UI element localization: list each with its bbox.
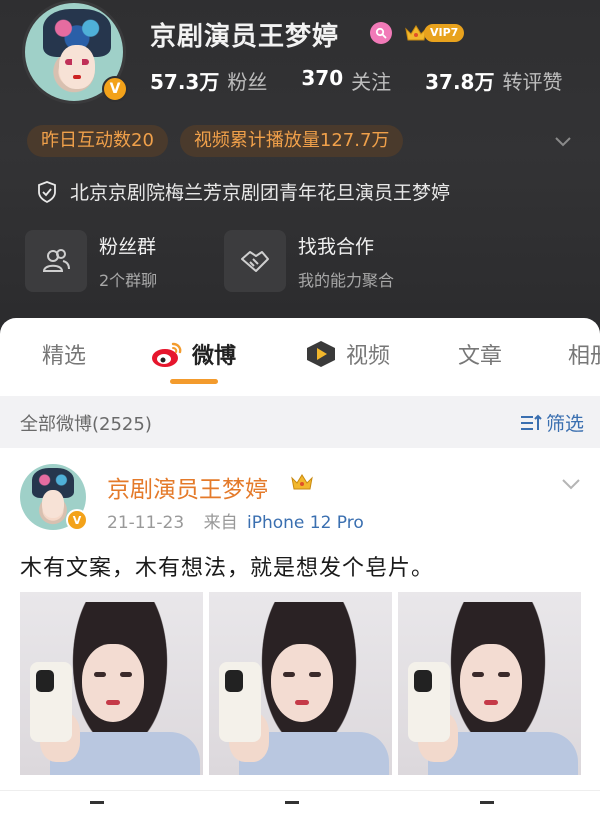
post-date: 21-11-23	[107, 513, 185, 533]
post-source[interactable]: iPhone 12 Pro	[247, 513, 364, 533]
handshake-icon	[224, 230, 286, 292]
post-author-name[interactable]: 京剧演员王梦婷	[107, 470, 268, 504]
search-icon[interactable]	[370, 22, 392, 44]
filter-button[interactable]: 筛选	[520, 409, 584, 436]
profile-tabs: 精选 微博 视频 文章 相册	[0, 318, 600, 396]
verified-icon: V	[102, 76, 128, 102]
filter-button-label: 筛选	[546, 413, 585, 435]
cooperation-title: 找我合作	[298, 235, 375, 258]
post-source-prefix: 来自	[203, 513, 238, 533]
like-icon[interactable]	[480, 801, 494, 816]
filter-bar: 全部微博(2525) 筛选	[0, 396, 600, 448]
following-label[interactable]: 关注	[351, 66, 391, 95]
certification-text: 北京京剧院梅兰芳京剧团青年花旦演员王梦婷	[70, 182, 451, 204]
video-plays-pill[interactable]: 视频累计播放量127.7万	[179, 125, 404, 157]
post-meta: 21-11-23 来自 iPhone 12 Pro	[107, 508, 364, 533]
tab-album[interactable]: 相册	[568, 338, 600, 370]
cooperation-subtitle: 我的能力聚合	[298, 270, 395, 290]
followers-count[interactable]: 57.3万	[150, 66, 219, 95]
video-icon	[307, 341, 335, 367]
profile-name: 京剧演员王梦婷	[150, 22, 340, 52]
post-photos	[20, 592, 581, 775]
fans-group-icon	[25, 230, 87, 292]
fans-group-title: 粉丝群	[99, 235, 157, 258]
tab-weibo[interactable]: 微博	[150, 338, 236, 370]
certification: 北京京剧院梅兰芳京剧团青年花旦演员王梦婷	[36, 178, 450, 205]
tab-weibo-label: 微博	[192, 344, 237, 369]
engagement-count: 37.8万	[425, 70, 495, 94]
active-tab-indicator	[170, 379, 218, 384]
tab-video[interactable]: 视频	[304, 338, 390, 370]
post-count[interactable]: 全部微博(2525)	[20, 410, 152, 436]
profile-highlights: 昨日互动数20 视频累计播放量127.7万	[27, 125, 404, 157]
fans-group-subtitle: 2个群聊	[99, 270, 158, 290]
repost-icon[interactable]	[90, 801, 104, 816]
crown-icon	[291, 474, 313, 490]
weibo-logo-icon	[152, 342, 182, 367]
tab-featured-label: 精选	[42, 344, 87, 369]
profile-avatar[interactable]: V	[22, 0, 130, 105]
profile-header: V 京剧演员王梦婷 VIP7 57.3万 粉丝 370 关注 37.8万 转评赞…	[0, 0, 600, 340]
interaction-pill[interactable]: 昨日互动数20	[27, 125, 168, 157]
following-count[interactable]: 370	[301, 66, 343, 95]
tab-video-label: 视频	[346, 344, 391, 369]
tab-articles-label: 文章	[458, 344, 503, 369]
vip-badge[interactable]: VIP7	[424, 24, 465, 42]
post-verified-icon: V	[66, 509, 88, 531]
tab-album-label: 相册	[568, 344, 600, 369]
comment-icon[interactable]	[285, 801, 299, 816]
post-photo[interactable]	[20, 592, 203, 775]
tab-featured[interactable]: 精选	[42, 338, 86, 370]
post-action-bar	[0, 790, 600, 816]
post-text: 木有文案，木有想法，就是想发个皂片。	[20, 556, 435, 581]
chevron-down-icon[interactable]	[552, 130, 574, 152]
engagement-label: 转评赞	[502, 70, 563, 94]
shield-icon	[38, 180, 56, 203]
post-menu-chevron-icon[interactable]	[560, 476, 582, 492]
post-photo[interactable]	[398, 592, 581, 775]
tab-articles[interactable]: 文章	[458, 338, 502, 370]
filter-icon	[521, 414, 542, 430]
fans-group-card[interactable]: 粉丝群 2个群聊	[25, 228, 225, 294]
cooperation-card[interactable]: 找我合作 我的能力聚合	[224, 228, 424, 294]
post-photo[interactable]	[209, 592, 392, 775]
profile-stats: 57.3万 粉丝 370 关注 37.8万 转评赞	[150, 66, 596, 95]
followers-label[interactable]: 粉丝	[227, 66, 267, 95]
